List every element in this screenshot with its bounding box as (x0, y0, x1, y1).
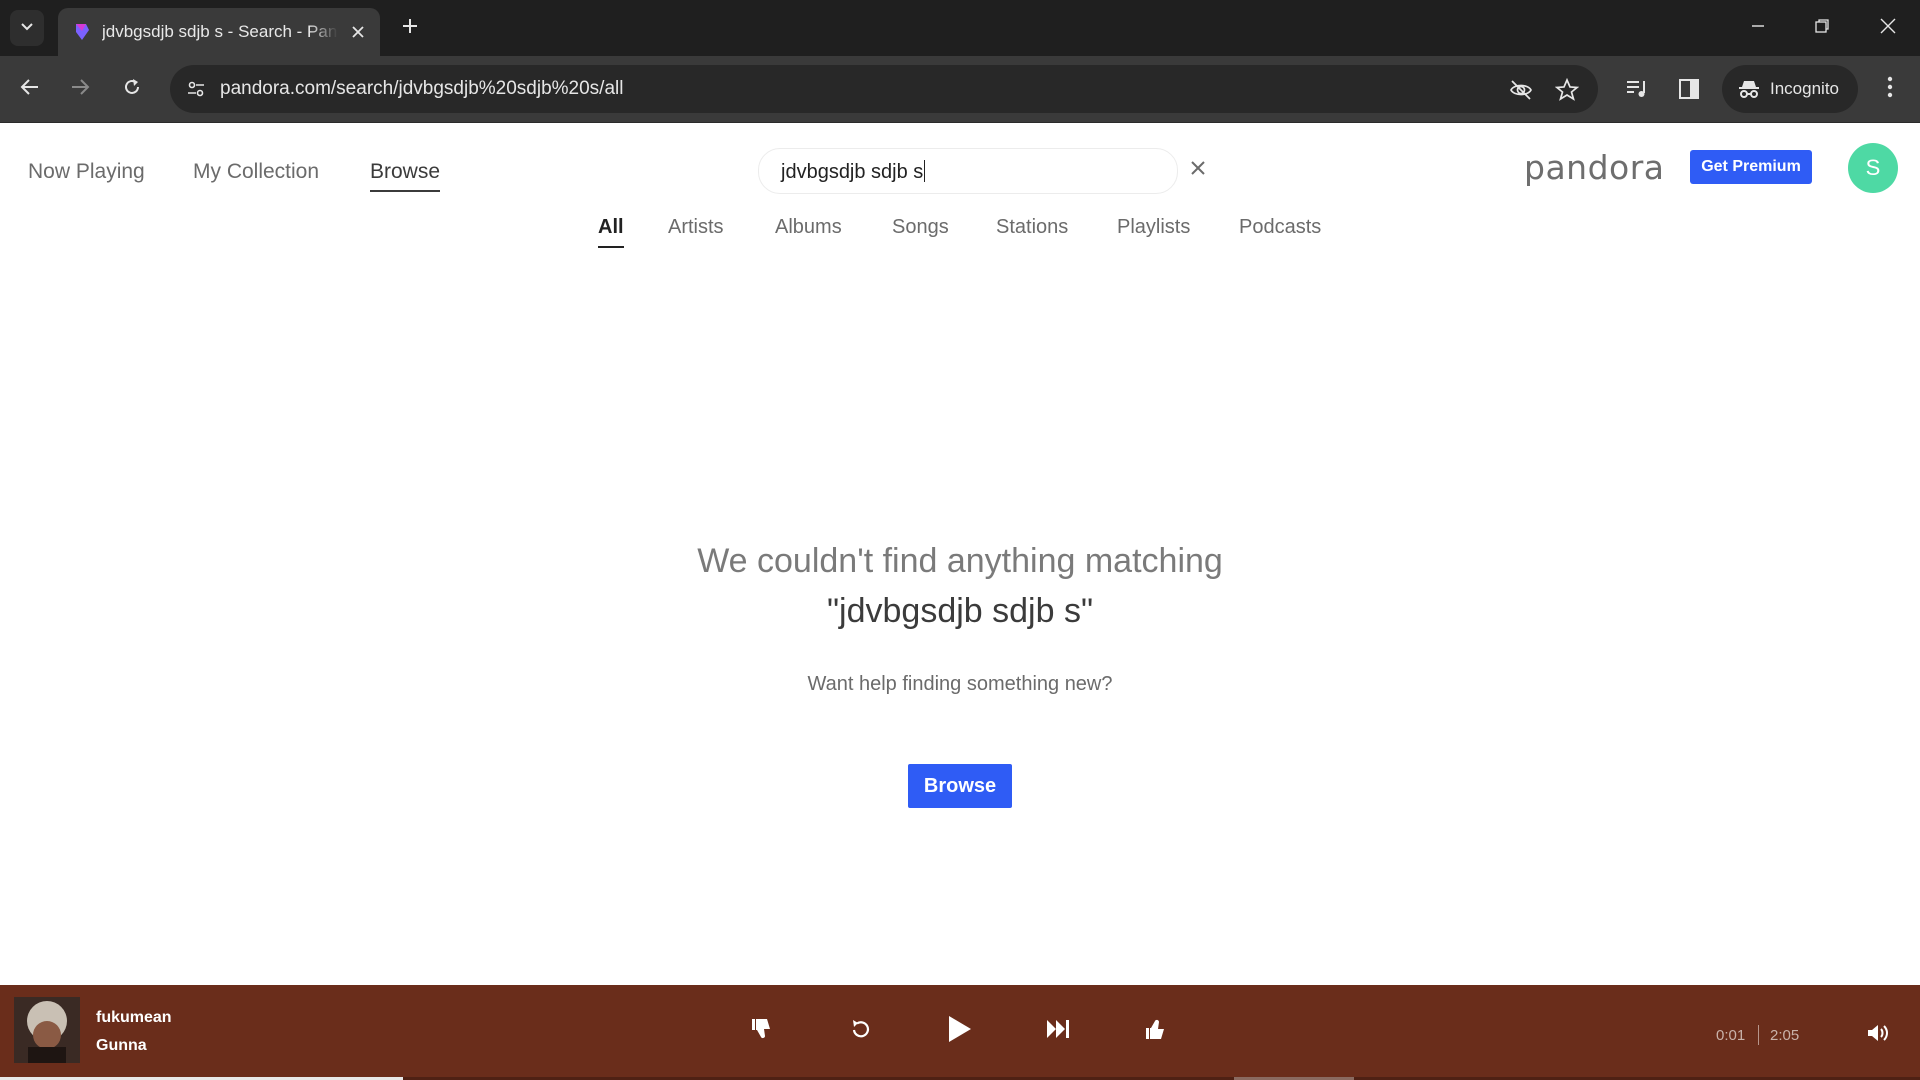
browse-button[interactable]: Browse (908, 764, 1012, 808)
tab-artists[interactable]: Artists (668, 216, 724, 239)
chevron-down-icon (20, 19, 34, 37)
volume-icon (1866, 1022, 1890, 1049)
help-prompt: Want help finding something new? (807, 673, 1113, 695)
incognito-label: Incognito (1770, 79, 1839, 98)
forward-button[interactable] (64, 73, 96, 105)
tab-playlists[interactable]: Playlists (1117, 216, 1190, 239)
eye-off-icon[interactable] (1508, 77, 1534, 103)
incognito-badge[interactable]: Incognito (1722, 65, 1858, 113)
tab-podcasts[interactable]: Podcasts (1239, 216, 1321, 239)
no-results-query: "jdvbgsdjb sdjb s" (826, 592, 1094, 630)
skip-forward-icon (1045, 1018, 1071, 1045)
reload-button[interactable] (116, 73, 148, 105)
tab-title: jdvbgsdjb sdjb s - Search - Pandora (102, 22, 338, 41)
tab-all[interactable]: All (598, 216, 624, 248)
site-settings-icon[interactable] (184, 77, 208, 101)
browser-tab-active[interactable]: jdvbgsdjb sdjb s - Search - Pandora (58, 8, 380, 56)
close-icon (1190, 160, 1206, 181)
browser-toolbar: pandora.com/search/jdvbgsdjb%20sdjb%20s/… (0, 56, 1920, 123)
new-tab-button[interactable] (396, 14, 424, 42)
close-tab-icon[interactable] (348, 22, 368, 42)
thumbs-up-button[interactable] (1138, 1013, 1174, 1049)
arrow-right-icon (70, 77, 90, 102)
thumbs-down-button[interactable] (744, 1013, 780, 1049)
back-button[interactable] (14, 73, 46, 105)
nav-browse[interactable]: Browse (370, 160, 441, 192)
search-input[interactable]: jdvbgsdjb sdjb s (758, 148, 1178, 194)
tab-search-button[interactable] (10, 10, 44, 46)
track-title[interactable]: fukumean (96, 1009, 172, 1027)
tab-songs[interactable]: Songs (892, 216, 949, 239)
close-window-button[interactable] (1870, 12, 1906, 44)
incognito-icon (1739, 81, 1759, 98)
replay-icon (849, 1017, 873, 1046)
time-divider (1758, 1025, 1759, 1045)
minimize-button[interactable] (1740, 12, 1776, 44)
arrow-left-icon (20, 77, 40, 102)
nav-now-playing[interactable]: Now Playing (28, 160, 145, 184)
tab-albums[interactable]: Albums (775, 216, 842, 239)
track-duration: 2:05 (1770, 1027, 1800, 1044)
address-bar[interactable]: pandora.com/search/jdvbgsdjb%20sdjb%20s/… (170, 65, 1598, 113)
thumbs-up-icon (1144, 1017, 1168, 1046)
side-panel-icon[interactable] (1674, 74, 1704, 104)
pandora-favicon-icon (72, 22, 92, 42)
play-icon (945, 1014, 973, 1049)
plus-icon (401, 17, 419, 40)
search-query-text: jdvbgsdjb sdjb s (781, 161, 924, 183)
close-icon (1880, 18, 1896, 39)
browser-tab-strip: jdvbgsdjb sdjb s - Search - Pandora (0, 0, 1920, 56)
search-input-value: jdvbgsdjb sdjb s (781, 160, 926, 184)
avatar[interactable]: S (1848, 143, 1898, 193)
play-button[interactable] (941, 1013, 977, 1049)
thumbs-down-icon (750, 1017, 774, 1046)
replay-button[interactable] (843, 1013, 879, 1049)
bookmark-star-icon[interactable] (1554, 77, 1580, 103)
volume-button[interactable] (1864, 1021, 1892, 1049)
no-results-message: We couldn't find anything matching (697, 542, 1223, 580)
clear-search-button[interactable] (1187, 159, 1209, 181)
text-caret (924, 160, 926, 182)
pandora-logo[interactable]: pandora (1524, 148, 1665, 187)
nav-my-collection[interactable]: My Collection (193, 160, 319, 184)
minimize-icon (1751, 19, 1765, 38)
restore-icon (1815, 18, 1829, 38)
now-playing-bar: fukumean Gunna 0:01 2:05 (0, 985, 1920, 1080)
skip-button[interactable] (1040, 1013, 1076, 1049)
tab-stations[interactable]: Stations (996, 216, 1068, 239)
browser-menu-button[interactable] (1876, 74, 1904, 104)
more-vertical-icon (1887, 76, 1893, 103)
elapsed-time: 0:01 (1716, 1027, 1746, 1044)
restore-button[interactable] (1804, 12, 1840, 44)
reload-icon (122, 77, 142, 102)
media-control-icon[interactable] (1622, 74, 1652, 104)
url-text: pandora.com/search/jdvbgsdjb%20sdjb%20s/… (220, 78, 624, 99)
track-artist[interactable]: Gunna (96, 1037, 147, 1055)
album-art[interactable] (14, 997, 80, 1063)
get-premium-button[interactable]: Get Premium (1690, 150, 1812, 184)
